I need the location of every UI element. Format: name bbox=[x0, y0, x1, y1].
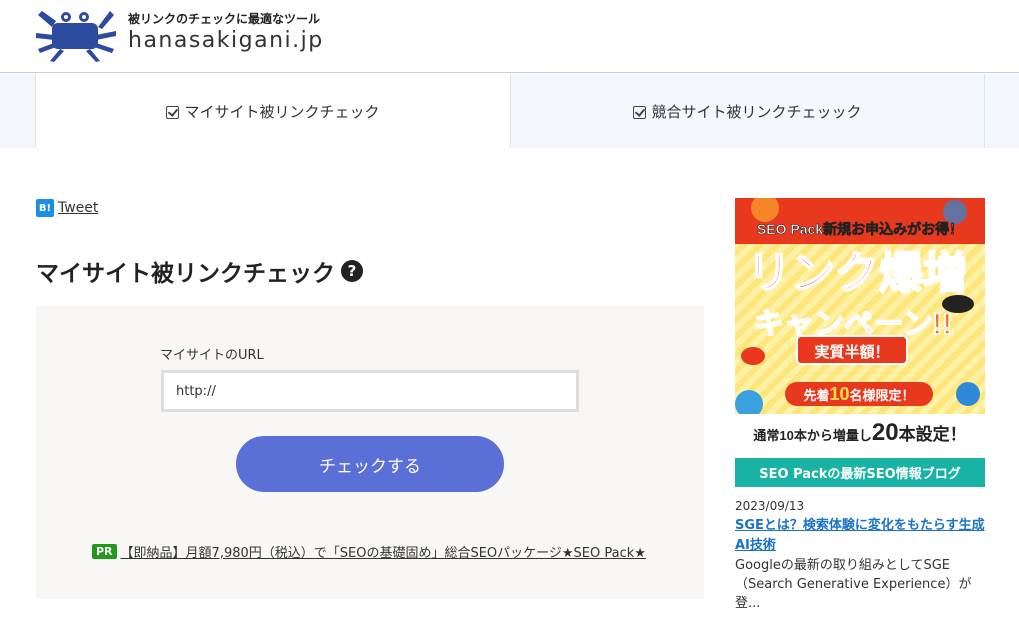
url-input[interactable] bbox=[161, 370, 579, 412]
tab-competitor-backlink-check[interactable]: 競合サイト被リンクチェッック bbox=[511, 74, 985, 148]
tab-label: 競合サイト被リンクチェッック bbox=[651, 102, 862, 121]
tab-my-site-backlink-check[interactable]: マイサイト被リンクチェック bbox=[35, 74, 511, 148]
main-nav: マイサイト被リンクチェック 競合サイト被リンクチェッック bbox=[0, 74, 1019, 148]
checkbox-icon bbox=[166, 105, 180, 119]
share-links: B! Tweet bbox=[36, 199, 98, 217]
help-icon[interactable]: ? bbox=[341, 260, 363, 282]
campaign-banner-art: SEO Pack新規お申込みがお得！ リンク爆増 キャンペーン!! 実質半額！ … bbox=[735, 198, 985, 448]
url-field-label: マイサイトのURL bbox=[160, 348, 264, 363]
banner-top-text: SEO Pack新規お申込みがお得！ bbox=[757, 221, 963, 237]
banner-sub: 実質半額！ bbox=[814, 343, 889, 361]
pr-line: PR 【即納品】月額7,980円（税込）で「SEOの基礎固め」総合SEOパッケー… bbox=[92, 542, 646, 561]
campaign-banner[interactable]: SEO Pack新規お申込みがお得！ リンク爆増 キャンペーン!! 実質半額！ … bbox=[735, 198, 985, 448]
tweet-link[interactable]: Tweet bbox=[58, 200, 98, 216]
pr-link[interactable]: 【即納品】月額7,980円（税込）で「SEOの基礎固め」総合SEOパッケージ★S… bbox=[121, 542, 646, 561]
site-header: 被リンクのチェックに最適なツール hanasakigani.jp bbox=[0, 0, 1019, 73]
page-title: マイサイト被リンクチェック ? bbox=[36, 254, 363, 288]
checkbox-icon bbox=[633, 105, 647, 119]
site-tagline: 被リンクのチェックに最適なツール bbox=[128, 12, 321, 26]
seo-blog-link[interactable]: SEO Packの最新SEO情報ブログ bbox=[735, 458, 985, 487]
hatena-bookmark-icon[interactable]: B! bbox=[36, 199, 54, 217]
pr-badge: PR bbox=[92, 544, 117, 559]
site-name[interactable]: hanasakigani.jp bbox=[128, 28, 324, 53]
post-excerpt: Googleの最新の取り組みとしてSGE（Search Generative E… bbox=[735, 558, 972, 611]
check-button[interactable]: チェックする bbox=[236, 436, 504, 492]
tab-label: マイサイト被リンクチェック bbox=[184, 102, 380, 121]
banner-headline-1: リンク爆増 bbox=[747, 249, 967, 298]
post-date: 2023/09/13 bbox=[735, 499, 805, 513]
check-form-panel: マイサイトのURL チェックする PR 【即納品】月額7,980円（税込）で「S… bbox=[36, 306, 704, 599]
crab-logo-icon[interactable] bbox=[34, 5, 118, 63]
post-title-link[interactable]: SGEとは？検索体験に変化をもたらす生成AI技術 bbox=[735, 516, 987, 556]
page-title-text: マイサイト被リンクチェック bbox=[36, 261, 335, 287]
